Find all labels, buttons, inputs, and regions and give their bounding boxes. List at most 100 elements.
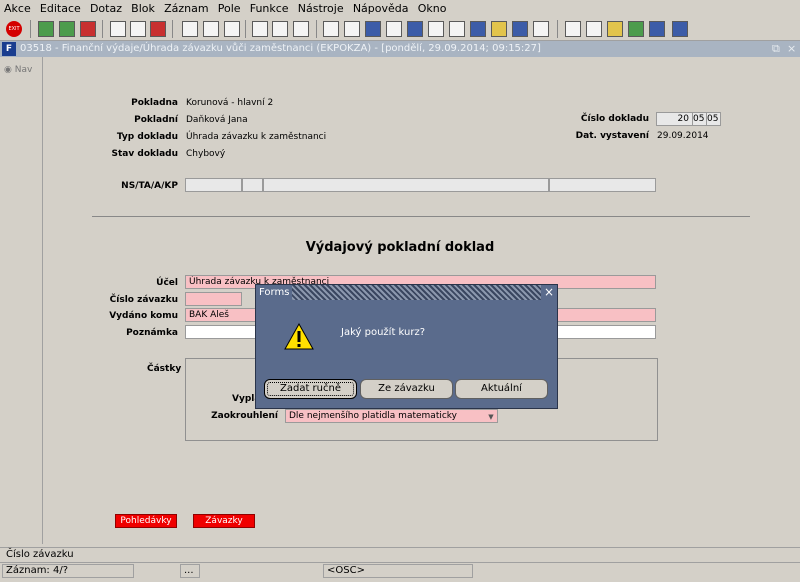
- menu-zaznam[interactable]: Záznam: [164, 0, 208, 18]
- nav-label: Nav: [14, 65, 33, 75]
- toggle-icon[interactable]: [533, 21, 549, 37]
- castky-label: Částky: [147, 364, 182, 374]
- open-window-icon[interactable]: [470, 21, 486, 37]
- warning-icon: [284, 323, 314, 350]
- calculator-icon[interactable]: [586, 21, 602, 37]
- toolbar-separator: [245, 20, 246, 38]
- vydano-komu-label: Vydáno komu: [109, 311, 178, 321]
- menu-dotaz[interactable]: Dotaz: [90, 0, 122, 18]
- pokladni-label: Pokladní: [134, 115, 178, 125]
- navigate-icon[interactable]: [512, 21, 528, 37]
- toolbar: EXIT: [0, 18, 800, 41]
- sort-icon[interactable]: [182, 21, 198, 37]
- chevron-down-icon[interactable]: ▼: [486, 411, 496, 422]
- zavazky-button[interactable]: Závazky: [193, 514, 255, 528]
- menu-okno[interactable]: Okno: [418, 0, 447, 18]
- dialog-title: Forms: [256, 285, 293, 300]
- ta-field[interactable]: [242, 178, 263, 192]
- save-icon[interactable]: [59, 21, 75, 37]
- cislo-dokladu-part2[interactable]: 05: [692, 112, 707, 126]
- menu-nastroje[interactable]: Nástroje: [298, 0, 344, 18]
- cislo-dokladu-part3[interactable]: 05: [706, 112, 721, 126]
- unlock-icon[interactable]: [449, 21, 465, 37]
- filter-icon[interactable]: [224, 21, 240, 37]
- dialog-message: Jaký použít kurz?: [341, 327, 426, 338]
- zaokrouhleni-select[interactable]: Dle nejmenšího platidla matematicky ▼: [285, 409, 498, 423]
- poznamka-label: Poznámka: [126, 328, 178, 338]
- restore-icon[interactable]: ⧉: [772, 42, 780, 56]
- move-icon[interactable]: [344, 21, 360, 37]
- toolbar-separator: [30, 20, 31, 38]
- print-preview-icon[interactable]: [272, 21, 288, 37]
- a-field[interactable]: [263, 178, 549, 192]
- osc-status: <OSC>: [323, 564, 473, 578]
- cut-icon[interactable]: [323, 21, 339, 37]
- zaokrouhleni-label: Zaokrouhlení: [211, 411, 278, 421]
- cislo-zavazku-field[interactable]: [185, 292, 242, 306]
- pokladni-value: Daňková Jana: [186, 115, 248, 125]
- settings-icon[interactable]: [491, 21, 507, 37]
- pokladna-value: Korunová - hlavní 2: [186, 98, 274, 108]
- stav-dokladu-value: Chybový: [186, 149, 226, 159]
- ns-field[interactable]: [185, 178, 242, 192]
- nav-button[interactable]: ◉ Nav: [4, 65, 32, 75]
- zaokrouhleni-value: Dle nejmenšího platidla matematicky: [289, 411, 458, 421]
- toolbar-separator: [557, 20, 558, 38]
- excel-icon[interactable]: [628, 21, 644, 37]
- typ-dokladu-label: Typ dokladu: [116, 132, 178, 142]
- chart-icon[interactable]: [365, 21, 381, 37]
- nav-pane: ◉ Nav: [0, 57, 43, 544]
- delete-record-icon[interactable]: [80, 21, 96, 37]
- typ-dokladu-value: Úhrada závazku k zaměstnanci: [186, 132, 327, 142]
- nav-radio-icon: ◉: [4, 65, 12, 75]
- paste-icon[interactable]: [130, 21, 146, 37]
- list-icon[interactable]: [407, 21, 423, 37]
- ze-zavazku-button[interactable]: Ze závazku: [360, 379, 453, 399]
- export-icon[interactable]: [386, 21, 402, 37]
- cislo-zavazku-label: Číslo závazku: [109, 295, 178, 305]
- dialog-close-icon[interactable]: ×: [541, 285, 557, 300]
- toolbar-separator: [316, 20, 317, 38]
- menu-pole[interactable]: Pole: [218, 0, 241, 18]
- window-titlebar: F 03518 - Finanční výdaje/Úhrada závazku…: [0, 41, 800, 57]
- forms-dialog: Forms × Jaký použít kurz? Zadat ručně Ze…: [255, 284, 558, 409]
- kp-field[interactable]: [549, 178, 656, 192]
- dat-vystaveni-label: Dat. vystavení: [575, 131, 649, 141]
- chart-edit-icon[interactable]: [565, 21, 581, 37]
- exit-icon[interactable]: EXIT: [6, 21, 22, 37]
- aktualni-button[interactable]: Aktuální: [455, 379, 548, 399]
- sort-desc-icon[interactable]: [203, 21, 219, 37]
- cislo-dokladu-part1[interactable]: 20: [656, 112, 693, 126]
- pokladna-label: Pokladna: [131, 98, 178, 108]
- lock-icon[interactable]: [428, 21, 444, 37]
- divider: [92, 216, 750, 217]
- word-icon[interactable]: [649, 21, 665, 37]
- pohledavky-button[interactable]: Pohledávky: [115, 514, 177, 528]
- menu-bar: Akce Editace Dotaz Blok Záznam Pole Funk…: [0, 0, 800, 18]
- print-icon[interactable]: [252, 21, 268, 37]
- hint-text: Číslo závazku: [6, 549, 74, 560]
- hint-bar: Číslo závazku: [0, 547, 800, 562]
- status-bar: Záznam: 4/? ... <OSC>: [0, 562, 800, 582]
- copy-icon[interactable]: [110, 21, 126, 37]
- ns-ta-a-kp-label: NS/TA/A/KP: [121, 181, 178, 191]
- menu-akce[interactable]: Akce: [4, 0, 31, 18]
- menu-blok[interactable]: Blok: [131, 0, 155, 18]
- cislo-dokladu-label: Číslo dokladu: [580, 114, 649, 124]
- app-logo-icon: F: [2, 42, 16, 56]
- insert-record-icon[interactable]: [38, 21, 54, 37]
- menu-napoveda[interactable]: Nápověda: [353, 0, 409, 18]
- help-icon[interactable]: [672, 21, 688, 37]
- toolbar-separator: [172, 20, 173, 38]
- cancel-query-icon[interactable]: [150, 21, 166, 37]
- ucel-label: Účel: [156, 278, 178, 288]
- menu-funkce[interactable]: Funkce: [250, 0, 289, 18]
- form-heading: Výdajový pokladní doklad: [305, 240, 495, 255]
- mail-icon[interactable]: [293, 21, 309, 37]
- folder-icon[interactable]: [607, 21, 623, 37]
- zadat-rucne-button[interactable]: Zadat ručně: [264, 379, 357, 399]
- stav-dokladu-label: Stav dokladu: [111, 149, 178, 159]
- close-window-icon[interactable]: ×: [787, 42, 796, 56]
- status-dots: ...: [180, 564, 200, 578]
- menu-editace[interactable]: Editace: [40, 0, 81, 18]
